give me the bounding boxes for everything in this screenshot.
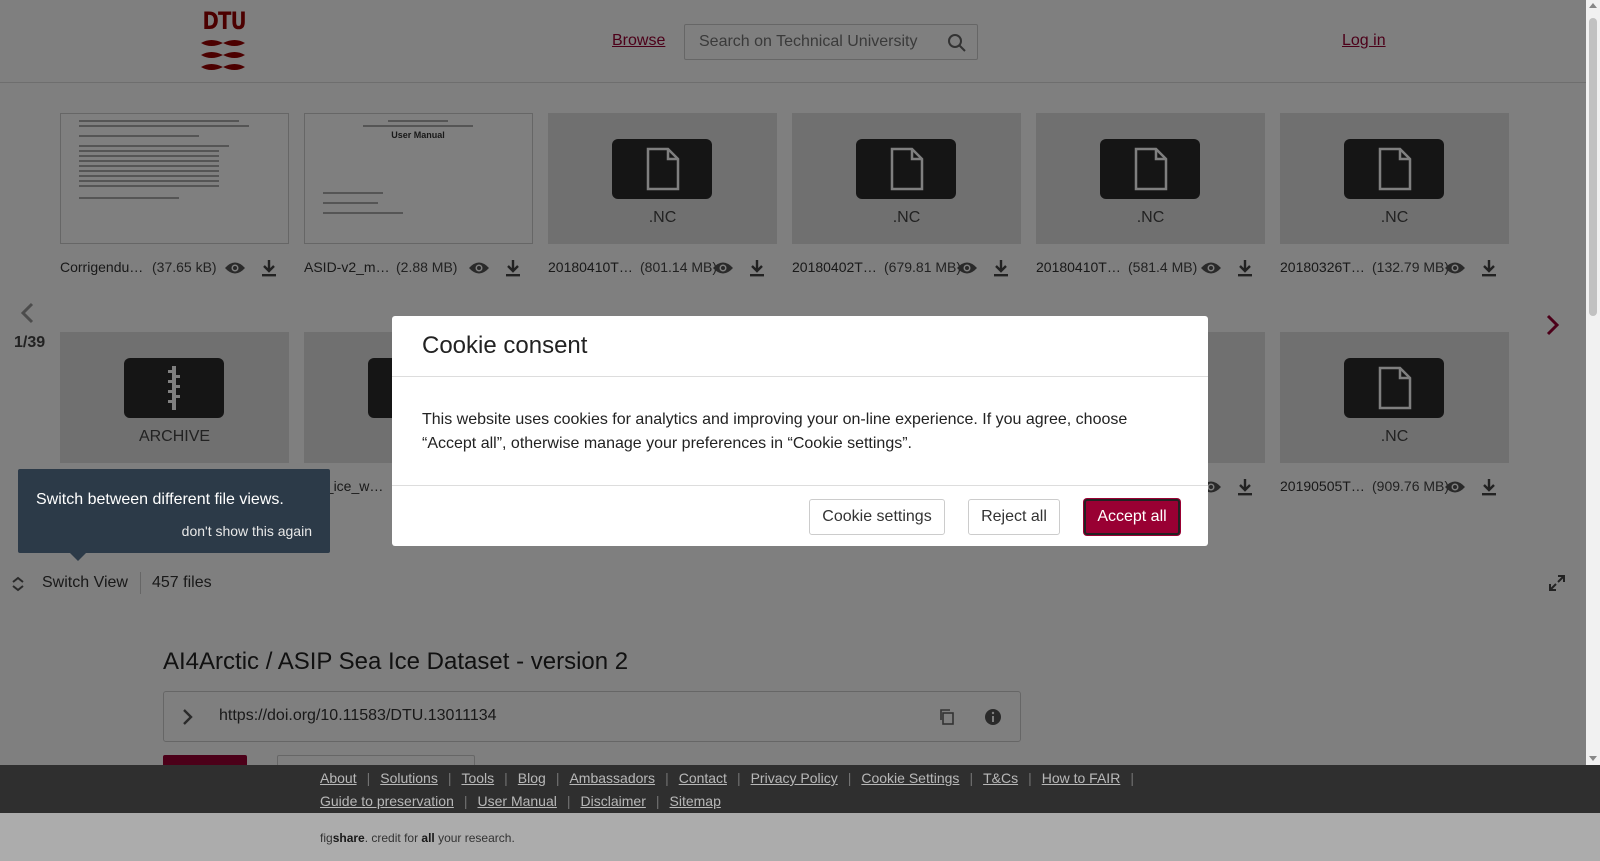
- tooltip-arrow: [70, 553, 86, 561]
- tooltip-text: Switch between different file views.: [36, 491, 284, 508]
- dialog-divider: [392, 376, 1208, 377]
- scrollbar-thumb[interactable]: [1589, 18, 1597, 316]
- cookie-consent-dialog: Cookie consent This website uses cookies…: [392, 316, 1208, 546]
- reject-all-button[interactable]: Reject all: [968, 499, 1060, 535]
- scroll-up-icon[interactable]: [1589, 3, 1597, 8]
- accept-all-button[interactable]: Accept all: [1084, 499, 1180, 535]
- scroll-down-icon[interactable]: [1589, 756, 1597, 761]
- modal-backdrop-lower[interactable]: [0, 765, 1600, 861]
- page-scrollbar[interactable]: [1586, 0, 1600, 765]
- dialog-body: This website uses cookies for analytics …: [422, 411, 1128, 452]
- switch-view-tooltip: Switch between different file views. don…: [18, 469, 330, 561]
- dialog-divider: [392, 485, 1208, 486]
- dont-show-again-link[interactable]: don't show this again: [182, 523, 312, 539]
- dialog-title: Cookie consent: [422, 332, 588, 359]
- cookie-settings-button[interactable]: Cookie settings: [809, 499, 945, 535]
